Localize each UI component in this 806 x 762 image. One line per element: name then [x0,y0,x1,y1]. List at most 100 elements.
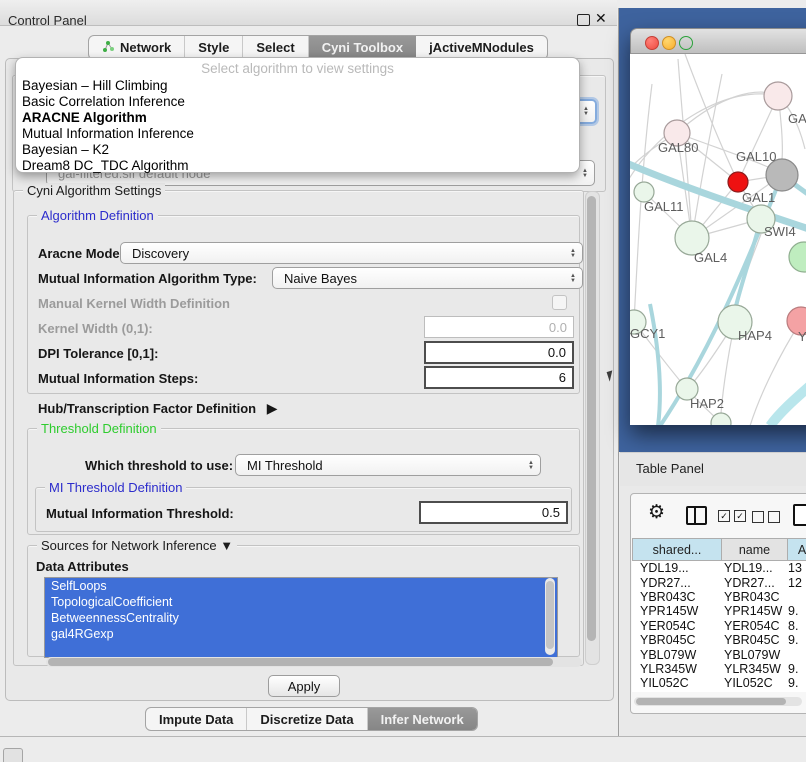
aracne-mode-combobox[interactable]: Discovery ▲▼ [120,242,583,264]
mi-steps-field[interactable]: 6 [424,366,574,389]
tab-cyni-toolbox[interactable]: Cyni Toolbox [309,36,416,59]
kernel-width-field[interactable]: 0.0 [424,316,574,338]
column-header-name[interactable]: name [721,538,788,561]
network-canvas[interactable]: GAL GAL80 GAL10 GAL1 GAL11 SWI4 GAL4 GCY… [630,54,806,425]
settings-vertical-scrollbar[interactable] [585,191,600,665]
table-row[interactable]: YBL079WYBL079W [632,647,806,661]
kernel-width-label: Kernel Width (0,1): [38,321,153,336]
table-row[interactable]: YPR145WYPR145W9. [632,604,806,618]
manual-kernel-label: Manual Kernel Width Definition [38,296,230,311]
minimize-traffic-light[interactable] [662,36,676,50]
collapse-down-icon[interactable]: ▼ [220,538,233,553]
stepper-arrows-icon: ▲▼ [570,249,576,258]
bottom-divider [0,736,806,737]
close-traffic-light[interactable] [645,36,659,50]
dpi-tolerance-field[interactable]: 0.0 [424,341,574,364]
stepper-arrows-icon: ▲▼ [528,461,534,470]
collapse-right-icon[interactable]: ▶ [267,400,278,416]
tab-network[interactable]: Network [89,36,185,59]
list-item-selfloops[interactable]: SelfLoops [45,578,557,594]
aracne-mode-label: Aracne Mode: [38,246,124,261]
control-panel-title: Control Panel [8,13,87,28]
dropdown-item-dream8[interactable]: Dream8 DC_TDC Algorithm [22,158,189,173]
apply-button[interactable]: Apply [268,675,340,697]
dropdown-item-bayesian-hill-climbing[interactable]: Bayesian – Hill Climbing [22,78,168,93]
which-threshold-label: Which threshold to use: [85,458,233,473]
stepper-arrows-icon: ▲▼ [570,274,576,283]
settings-vertical-scrollbar-thumb[interactable] [587,196,596,641]
which-threshold-combobox[interactable]: MI Threshold ▲▼ [235,454,541,476]
table-horizontal-scrollbar[interactable] [634,697,802,706]
node-label: GAL80 [658,140,698,155]
control-panel-titlebar[interactable] [0,0,617,26]
table-row[interactable]: YLR345WYLR345W9. [632,662,806,676]
node-label: GAL10 [736,149,776,164]
table-row[interactable]: YIL052CYIL052C9. [632,676,806,690]
list-item-partial[interactable] [45,642,557,658]
dropdown-item-bayesian-k2[interactable]: Bayesian – K2 [22,142,109,157]
document-icon[interactable] [793,504,806,526]
node-gal-top[interactable] [764,82,792,110]
node-red[interactable] [728,172,748,192]
tab-impute-data[interactable]: Impute Data [146,708,247,730]
data-attributes-list: SelfLoops TopologicalCoefficient Between… [44,577,558,658]
table-body: YDL19...YDL19...13 YDR27...YDR27...12 YB… [632,561,806,692]
mi-threshold-field[interactable]: 0.5 [419,501,568,524]
node-label: GAL4 [694,250,727,265]
dropdown-item-basic-correlation[interactable]: Basic Correlation Inference [22,94,185,109]
mi-type-combobox[interactable]: Naive Bayes ▲▼ [272,267,583,289]
node-label: HAP2 [690,396,724,411]
manual-kernel-checkbox[interactable] [552,295,567,310]
gear-icon[interactable]: ⚙ [648,503,665,522]
node-label: GAL11 [644,199,684,214]
bottom-tabbar: Impute Data Discretize Data Infer Networ… [145,707,478,731]
tab-select[interactable]: Select [243,36,308,59]
data-attributes-label: Data Attributes [36,559,129,574]
tab-infer-network[interactable]: Infer Network [368,708,477,730]
zoom-traffic-light[interactable] [679,36,693,50]
mi-threshold-label: Mutual Information Threshold: [46,506,234,521]
list-item-betweennesscentrality[interactable]: BetweennessCentrality [45,610,557,626]
settings-horizontal-scrollbar[interactable] [46,657,582,667]
attributes-scrollbar-thumb[interactable] [546,581,554,649]
node-label: SWI4 [764,224,796,239]
dropdown-item-mutual-information[interactable]: Mutual Information Inference [22,126,194,141]
select-all-checkboxes-icon[interactable]: ✓✓ [718,510,746,522]
network-window-titlebar[interactable] [630,28,806,54]
columns-icon[interactable] [686,506,707,525]
bottom-left-button[interactable] [3,748,23,762]
list-item-topologicalcoefficient[interactable]: TopologicalCoefficient [45,594,557,610]
node-label: HAP4 [738,328,772,343]
dpi-tolerance-label: DPI Tolerance [0,1]: [38,346,158,361]
mi-type-label: Mutual Information Algorithm Type: [38,271,257,286]
dropdown-placeholder: Select algorithm to view settings [16,61,579,76]
list-item-gal4rgexp[interactable]: gal4RGexp [45,626,557,642]
tab-jactivemnodules[interactable]: jActiveMNodules [416,36,547,59]
tab-style[interactable]: Style [185,36,243,59]
table-row[interactable]: YDL19...YDL19...13 [632,561,806,575]
table-row[interactable]: YER054CYER054C8. [632,619,806,633]
close-icon[interactable]: ✕ [595,10,607,27]
table-horizontal-scrollbar-thumb[interactable] [636,698,786,705]
column-header-shared[interactable]: shared... [632,538,722,561]
attributes-scrollbar[interactable] [545,578,555,655]
node-swi4[interactable] [789,242,806,272]
node-label: Y [798,329,806,344]
network-window: GAL GAL80 GAL10 GAL1 GAL11 SWI4 GAL4 GCY… [630,28,806,425]
table-row[interactable]: YBR045CYBR045C9. [632,633,806,647]
float-window-icon[interactable] [577,14,590,26]
node-label: GAL [788,111,806,126]
node-label: GCY1 [630,326,665,341]
table-row[interactable]: YDR27...YDR27...12 [632,575,806,589]
table-row[interactable]: YBR043CYBR043C [632,590,806,604]
hub-definition-toggle[interactable]: Hub/Transcription Factor Definition ▶ [38,400,278,417]
node-bottom-partial[interactable] [711,413,731,425]
table-panel-title: Table Panel [636,461,704,476]
algorithm-dropdown-list: Select algorithm to view settings Bayesi… [15,57,580,173]
column-header-partial[interactable]: A [787,538,806,561]
stepper-arrows-icon: ▲▼ [583,107,589,116]
settings-horizontal-scrollbar-thumb[interactable] [48,658,553,666]
deselect-all-checkboxes-icon[interactable] [752,511,780,523]
dropdown-item-aracne[interactable]: ARACNE Algorithm [22,110,147,125]
tab-discretize-data[interactable]: Discretize Data [247,708,367,730]
